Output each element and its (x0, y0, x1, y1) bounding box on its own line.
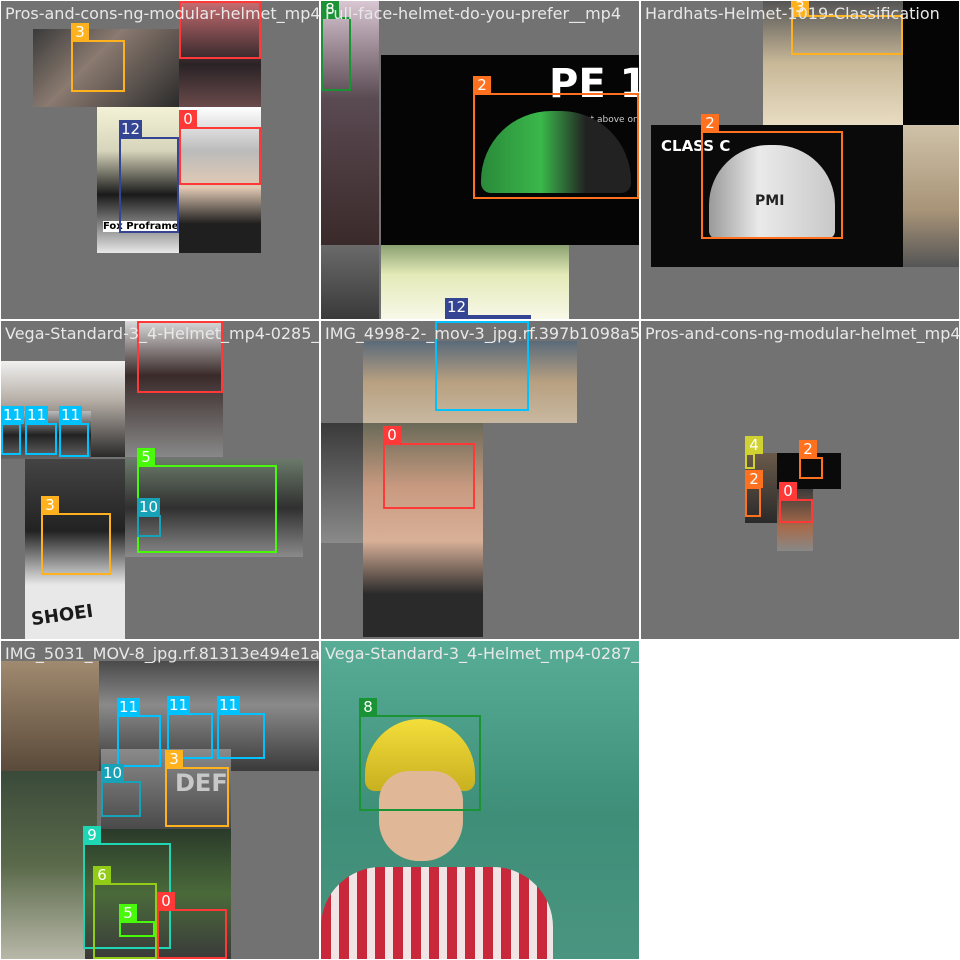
mosaic-tile: PE 1 Impact above only 8 2 12 Full-face-… (321, 1, 639, 319)
detection-box: 11 (217, 696, 265, 759)
class-label: 3 (71, 23, 89, 41)
detection-box: 8 (321, 1, 351, 91)
tile-title: Hardhats-Helmet-1019-Classification (645, 4, 940, 23)
detection-box: 11 (25, 406, 57, 455)
class-label: 5 (137, 448, 155, 466)
tile-title: Pros-and-cons-ng-modular-helmet_mp4-0287… (5, 4, 319, 23)
class-label: 2 (473, 76, 491, 94)
detection-box: 2 (745, 470, 763, 517)
mosaic-grid: Fox Proframe 1 3 12 0 Pros-and-cons-ng-m… (0, 0, 960, 960)
class-label: 6 (93, 866, 111, 884)
class-label: 10 (101, 764, 125, 782)
detection-box: 0 (179, 110, 261, 185)
class-label: 3 (165, 750, 183, 768)
detection-box: 11 (59, 406, 89, 457)
detection-box: 11 (1, 406, 25, 455)
class-label: 8 (359, 698, 377, 716)
photo-dirt-ground (903, 125, 959, 267)
photo-caption: SHOEI (29, 600, 95, 631)
striped-shirt-shape (321, 867, 553, 959)
class-label: 11 (59, 406, 83, 424)
detection-box: 3 (41, 496, 111, 575)
class-label: 5 (119, 904, 137, 922)
mosaic-tile: 4 2 2 0 Pros-and-cons-ng-modular-helmet_… (641, 321, 959, 639)
mosaic-tile: DEF 11 11 11 10 3 9 6 5 0 IMG_5031_MOV-8… (1, 641, 319, 959)
tile-title: IMG_5031_MOV-8_jpg.rf.81313e494e1a9c8c (5, 644, 319, 663)
mosaic-tile: 8 Vega-Standard-3_4-Helmet_mp4-0287_jpg.… (321, 641, 639, 959)
mosaic-tile: 11 0 IMG_4998-2-_mov-3_jpg.rf.397b1098a5… (321, 321, 639, 639)
tile-title: Vega-Standard-3_4-Helmet_mp4-0287_jpg.rf (325, 644, 639, 663)
detection-box: 0 (383, 426, 475, 509)
detection-box: 8 (359, 698, 481, 811)
detection-box: 2 (701, 114, 843, 239)
class-label: 9 (83, 826, 101, 844)
detection-box: 11 (117, 698, 161, 767)
photo-side-strip (321, 423, 363, 543)
detection-box: 5 (119, 904, 155, 937)
detection-box: 3 (165, 750, 229, 827)
detection-box: 12 (445, 298, 531, 319)
tile-title: Vega-Standard-3_4-Helmet_mp4-0285_jpg.rf (5, 324, 319, 343)
tile-title: Pros-and-cons-ng-modular-helmet_mp4 (645, 324, 959, 343)
class-label: 11 (167, 696, 191, 714)
detection-box: 3 (71, 23, 125, 92)
photo-field (381, 245, 569, 319)
detection-box: 4 (745, 436, 763, 469)
class-label: 3 (41, 496, 59, 514)
detection-box: 10 (137, 498, 161, 537)
class-label: 0 (157, 892, 175, 910)
class-label: 0 (179, 110, 197, 128)
mosaic-tile: Fox Proframe 1 3 12 0 Pros-and-cons-ng-m… (1, 1, 319, 319)
detection-box: 0 (157, 892, 227, 959)
photo-person-left (1, 661, 99, 771)
class-label: 11 (435, 321, 459, 322)
class-label: 11 (1, 406, 25, 424)
class-label: 11 (117, 698, 141, 716)
class-label: 11 (25, 406, 49, 424)
class-label: 2 (701, 114, 719, 132)
detection-box: 2 (799, 440, 823, 479)
tile-title: IMG_4998-2-_mov-3_jpg.rf.397b1098a5ad28 (325, 324, 639, 343)
class-label: 12 (445, 298, 469, 316)
class-label: 10 (137, 498, 161, 516)
class-label: 0 (383, 426, 401, 444)
class-label: 2 (799, 440, 817, 458)
class-label: 4 (745, 436, 763, 454)
mosaic-tile: CLASS C PMI 3 2 Hardhats-Helmet-1019-Cla… (641, 1, 959, 319)
empty-mosaic-cell (640, 640, 960, 960)
class-label: 1 (137, 321, 155, 322)
detection-box: 12 (119, 120, 179, 233)
photo-dark-strip (321, 245, 379, 319)
class-label: 12 (119, 120, 143, 138)
tile-title: Full-face-helmet-do-you-prefer__mp4 (325, 4, 621, 23)
mosaic-tile: SHOEI 1 11 11 11 5 10 3 Vega-Standard-3_… (1, 321, 319, 639)
class-label: 1 (179, 1, 197, 2)
class-label: 2 (745, 470, 763, 488)
detection-box: 0 (779, 482, 813, 523)
class-label: 11 (217, 696, 241, 714)
class-label: 0 (779, 482, 797, 500)
detection-box: 10 (101, 764, 141, 817)
detection-box: 2 (473, 76, 639, 199)
